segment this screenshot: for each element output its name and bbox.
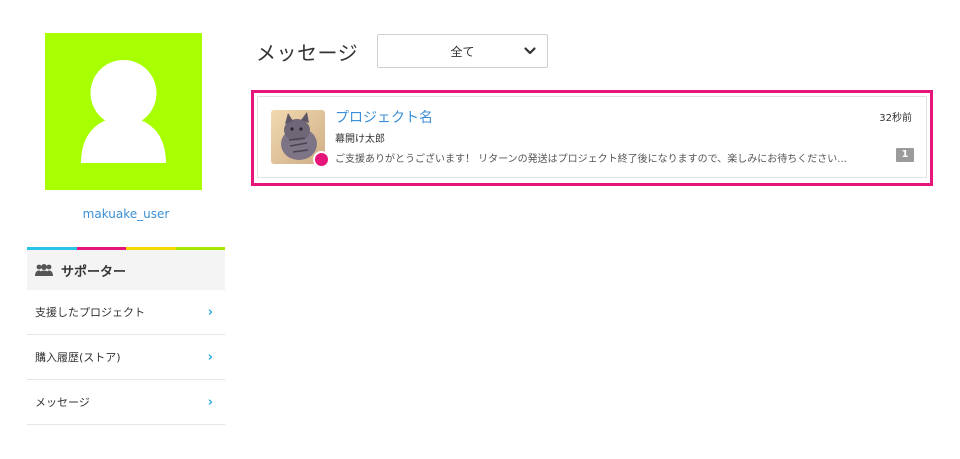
group-icon (35, 264, 53, 276)
sidebar-section-header: サポーター (27, 250, 225, 290)
sidebar-item-supported-projects[interactable]: 支援したプロジェクト › (27, 290, 225, 335)
message-snippet: ご支援ありがとうございます！ リターンの発送はプロジェクト終了後になりますので、… (335, 154, 847, 165)
sidebar-item-label: 支援したプロジェクト (35, 306, 145, 319)
message-sender: 幕開け太郎 (335, 134, 385, 145)
profile-avatar (45, 33, 202, 190)
message-project-name[interactable]: プロジェクト名 (335, 107, 433, 127)
message-filter-select[interactable]: 全て (377, 34, 548, 68)
unread-indicator-dot (313, 151, 330, 168)
page-title: メッセージ (256, 41, 359, 65)
sidebar-item-purchase-history[interactable]: 購入履歴(ストア) › (27, 335, 225, 380)
chevron-right-icon: › (207, 304, 213, 320)
sidebar-item-label: メッセージ (35, 396, 90, 409)
chevron-right-icon: › (207, 394, 213, 410)
sidebar-menu: 支援したプロジェクト › 購入履歴(ストア) › メッセージ › (27, 290, 225, 425)
filter-selected-value: 全て (450, 45, 475, 59)
message-timestamp: 32秒前 (879, 113, 912, 124)
chevron-right-icon: › (207, 349, 213, 365)
sidebar-item-label: 購入履歴(ストア) (35, 351, 121, 364)
user-silhouette-icon (81, 60, 166, 163)
sidebar-section-title: サポーター (61, 264, 127, 280)
message-item[interactable]: プロジェクト名 幕開け太郎 ご支援ありがとうございます！ リターンの発送はプロジ… (257, 96, 927, 178)
username-link[interactable]: makuake_user (27, 207, 225, 221)
unread-count-badge: 1 (896, 148, 914, 162)
sidebar-item-messages[interactable]: メッセージ › (27, 380, 225, 425)
chevron-down-icon (524, 47, 536, 55)
